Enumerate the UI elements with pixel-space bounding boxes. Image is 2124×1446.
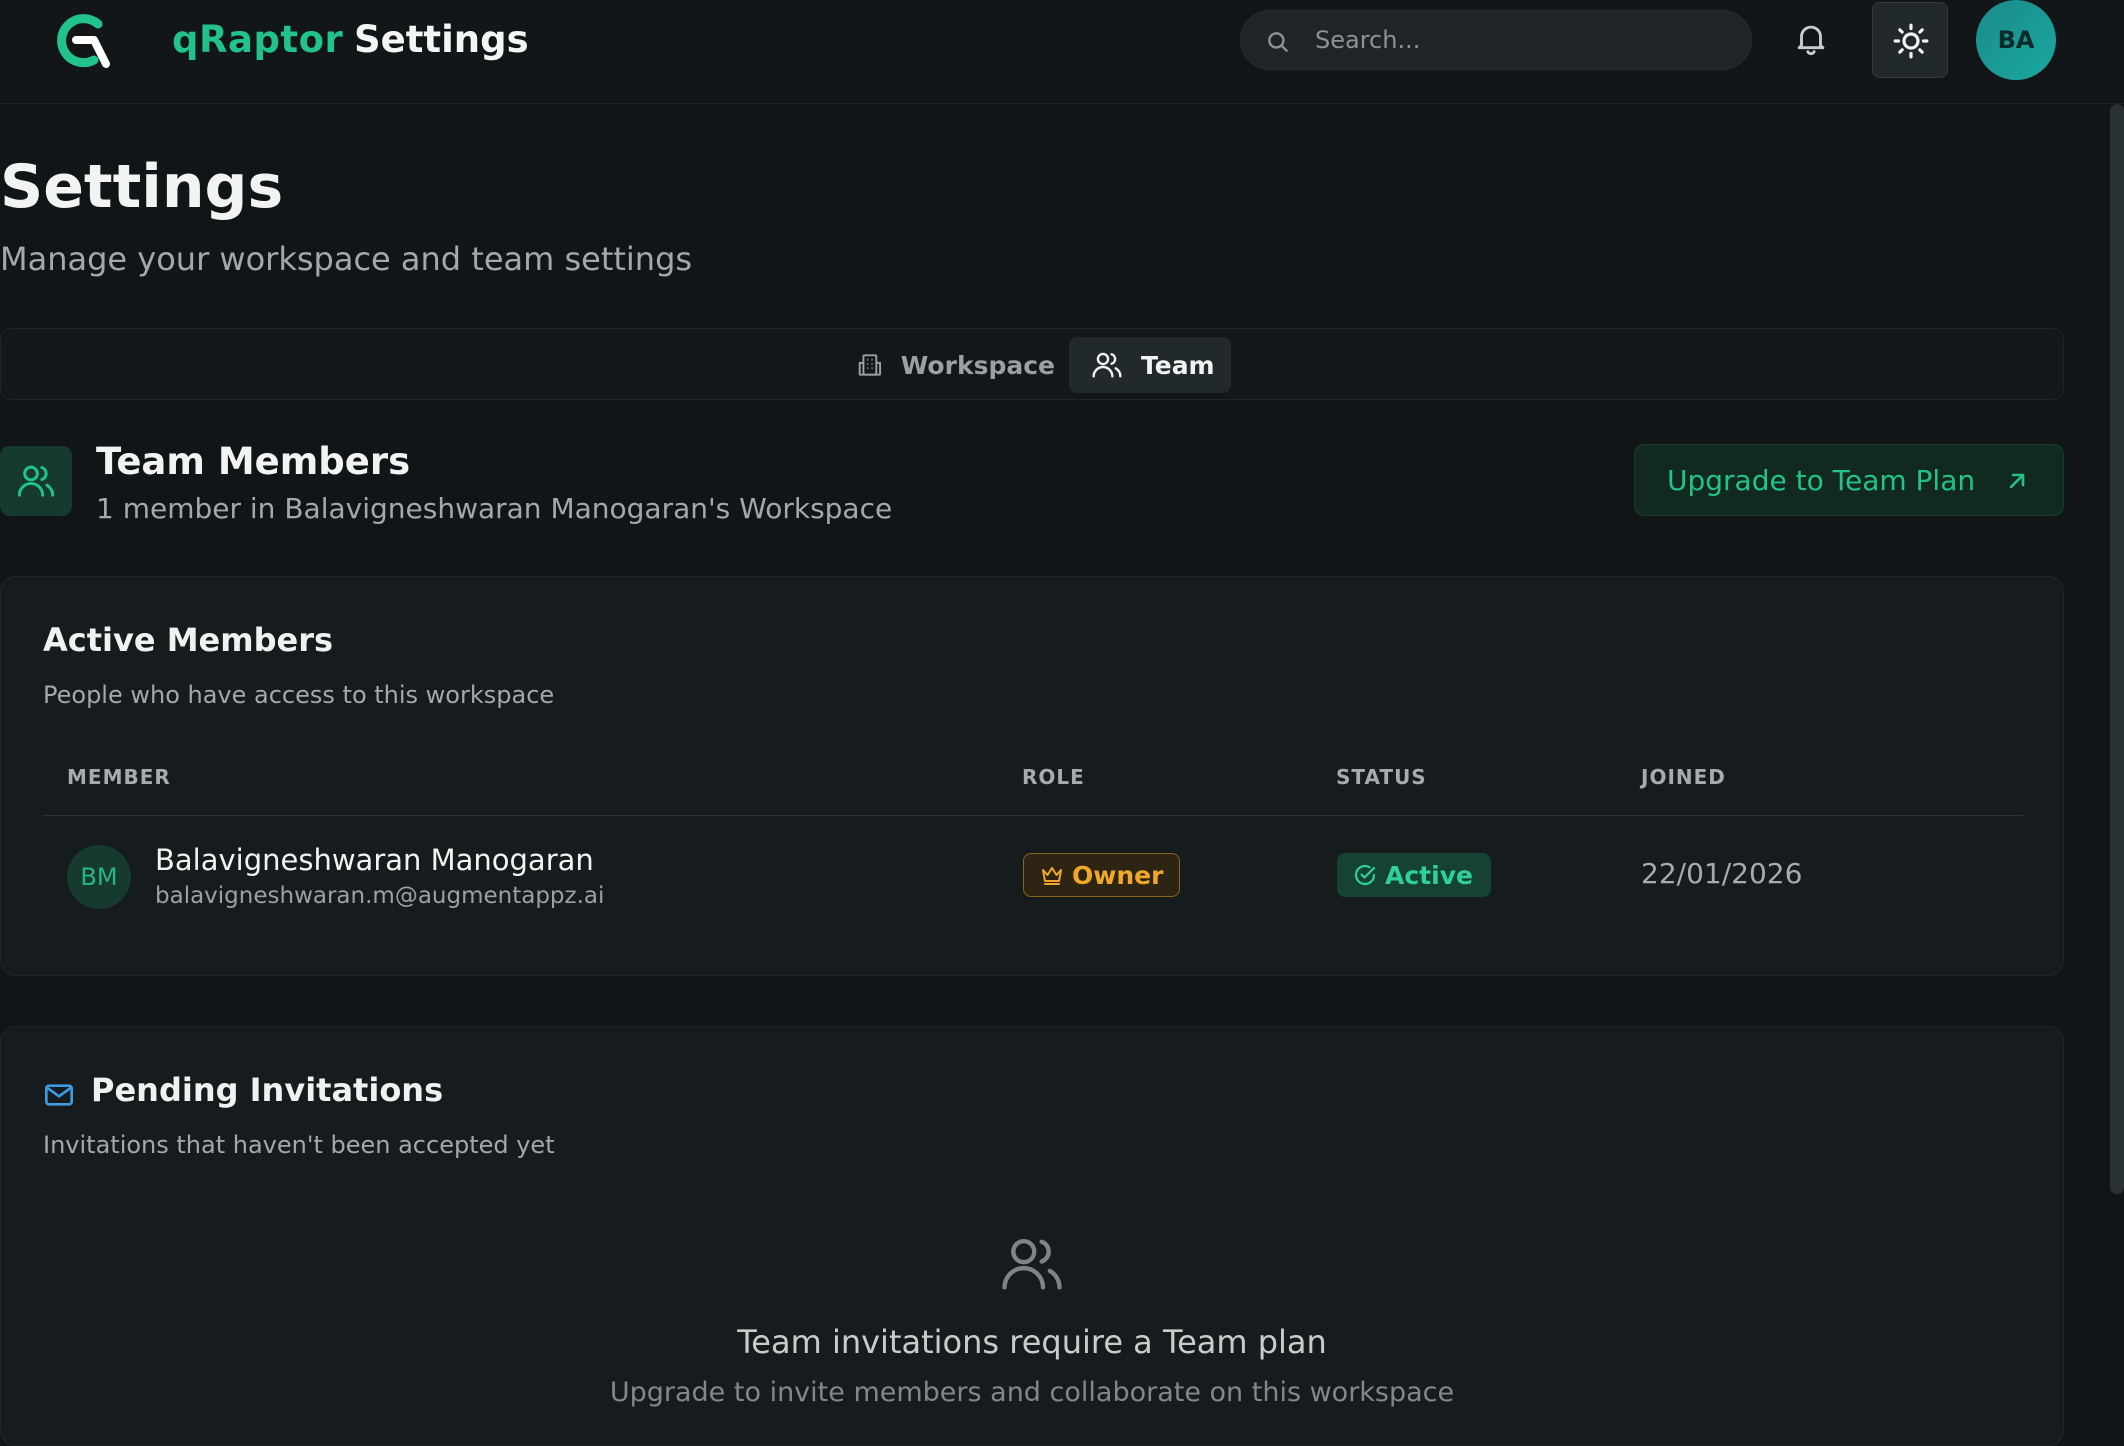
users-icon (1092, 352, 1122, 378)
column-header-status: STATUS (1336, 765, 1427, 789)
crown-icon (1042, 867, 1062, 885)
member-avatar: BM (67, 845, 131, 909)
user-avatar[interactable]: BA (1976, 0, 2056, 80)
search-icon (1268, 32, 1288, 52)
topbar-section-title: Settings (354, 18, 529, 61)
pending-invitations-card: Pending Invitations Invitations that hav… (0, 1026, 2064, 1446)
qraptor-logo-icon[interactable] (54, 10, 116, 72)
member-name: Balavigneshwaran Manogaran (155, 843, 594, 877)
mail-icon (45, 1084, 73, 1106)
empty-state-title: Team invitations require a Team plan (737, 1323, 1327, 1361)
users-icon (17, 465, 55, 497)
sun-icon (1893, 23, 1929, 59)
tab-workspace[interactable]: Workspace (855, 337, 1055, 393)
member-joined-date: 22/01/2026 (1641, 857, 1803, 890)
arrow-up-right-icon (2009, 473, 2025, 489)
role-badge: Owner (1023, 853, 1181, 897)
status-badge: Active (1337, 853, 1491, 897)
column-header-role: ROLE (1022, 765, 1085, 789)
theme-toggle-button[interactable] (1872, 2, 1948, 78)
tab-workspace-label: Workspace (900, 350, 1055, 380)
brand-name[interactable]: qRaptor (172, 18, 343, 61)
empty-state-subtitle: Upgrade to invite members and collaborat… (609, 1377, 1455, 1408)
team-members-subtitle: 1 member in Balavigneshwaran Manogaran's… (96, 492, 893, 525)
upgrade-button-label: Upgrade to Team Plan (1667, 463, 1976, 497)
building-icon (858, 354, 882, 376)
active-members-title: Active Members (43, 621, 334, 659)
page-title: Settings (0, 152, 284, 222)
active-members-card: Active Members People who have access to… (0, 576, 2064, 976)
column-header-member: MEMBER (67, 765, 171, 789)
column-header-joined: JOINED (1641, 765, 1726, 789)
tab-team-label: Team (1141, 350, 1215, 380)
pending-invitations-subtitle: Invitations that haven't been accepted y… (43, 1131, 555, 1159)
page-scrollbar[interactable] (2110, 104, 2124, 1194)
status-label: Active (1385, 860, 1473, 890)
tab-team[interactable]: Team (1069, 337, 1231, 393)
settings-tabs: Workspace Team (0, 328, 2064, 400)
bell-icon[interactable] (1792, 20, 1830, 58)
upgrade-team-plan-button[interactable]: Upgrade to Team Plan (1634, 444, 2064, 516)
check-circle-icon (1354, 864, 1376, 886)
team-members-title: Team Members (96, 440, 411, 483)
role-label: Owner (1072, 860, 1164, 890)
search-box[interactable] (1240, 10, 1752, 70)
active-members-subtitle: People who have access to this workspace (43, 681, 555, 709)
table-header-divider (43, 815, 2023, 816)
team-members-badge (0, 446, 72, 516)
search-input[interactable] (1315, 11, 1735, 69)
member-email: balavigneshwaran.m@augmentappz.ai (155, 883, 605, 909)
page-subtitle: Manage your workspace and team settings (0, 240, 693, 278)
pending-invitations-title: Pending Invitations (91, 1071, 444, 1109)
users-icon (1002, 1238, 1062, 1290)
top-bar: qRaptor Settings BA (0, 0, 2124, 104)
